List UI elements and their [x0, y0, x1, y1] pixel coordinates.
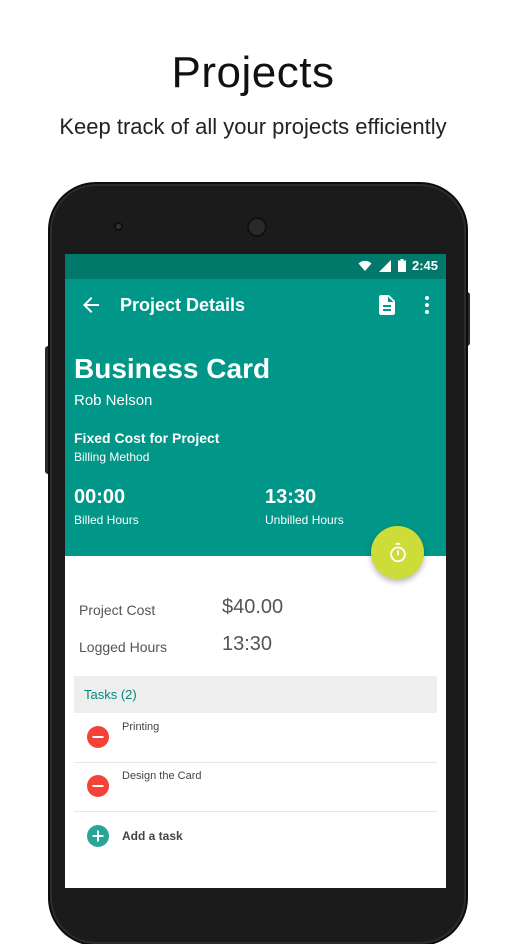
- project-cost-value: $40.00: [222, 596, 284, 618]
- phone-camera: [114, 222, 123, 231]
- task-row[interactable]: Printing: [74, 713, 437, 763]
- status-time: 2:45: [411, 258, 438, 273]
- task-label: Design the Card: [122, 770, 202, 782]
- unbilled-hours-label: Unbilled Hours: [265, 513, 344, 527]
- more-vert-icon[interactable]: [415, 293, 439, 317]
- add-task-button[interactable]: Add a task: [74, 812, 437, 862]
- billed-hours-label: Billed Hours: [74, 513, 139, 527]
- add-task-label: Add a task: [122, 829, 183, 843]
- project-cost-label: Project Cost: [79, 602, 156, 618]
- battery-icon: [397, 259, 406, 272]
- stopwatch-icon: [389, 542, 406, 562]
- task-row[interactable]: Design the Card: [74, 762, 437, 812]
- billed-hours-value: 00:00: [74, 486, 126, 508]
- client-name: Rob Nelson: [74, 392, 153, 409]
- page-subtitle: Keep track of all your projects efficien…: [59, 114, 447, 139]
- tasks-header: Tasks (2): [74, 676, 437, 713]
- tasks-title: Tasks (2): [84, 687, 137, 702]
- logged-hours-value: 13:30: [222, 633, 273, 655]
- document-icon[interactable]: [375, 293, 399, 317]
- timer-button[interactable]: [371, 526, 424, 579]
- logged-hours-label: Logged Hours: [79, 639, 167, 655]
- remove-circle-icon[interactable]: [87, 726, 109, 748]
- project-name: Business Card: [74, 353, 271, 384]
- signal-icon: [378, 259, 391, 272]
- wifi-icon: [358, 260, 372, 271]
- remove-circle-icon[interactable]: [87, 775, 109, 797]
- arrow-back-icon[interactable]: [79, 293, 103, 317]
- billing-method-label: Billing Method: [74, 450, 150, 464]
- status-bar: 2:45: [65, 254, 446, 279]
- billing-method-value: Fixed Cost for Project: [74, 430, 220, 446]
- add-circle-icon: [87, 825, 109, 847]
- app-bar-title: Project Details: [120, 295, 246, 315]
- app-bar: Project Details: [65, 279, 446, 331]
- unbilled-hours-value: 13:30: [265, 486, 317, 508]
- app-screen: 2:45 Project Details Business Card Rob N…: [65, 254, 446, 888]
- project-header: Business Card Rob Nelson Fixed Cost for …: [65, 331, 446, 556]
- phone-speaker: [247, 217, 267, 237]
- task-label: Printing: [122, 721, 160, 733]
- page-title: Projects: [171, 48, 335, 97]
